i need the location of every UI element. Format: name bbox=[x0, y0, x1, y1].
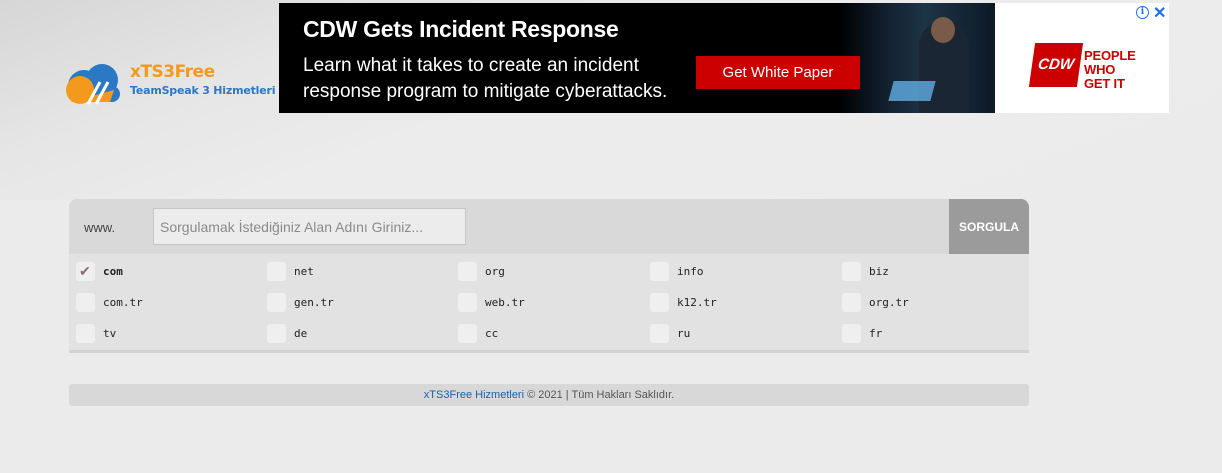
advertisement-banner[interactable]: CDW Gets Incident Response Learn what it… bbox=[279, 3, 1169, 113]
tld-label: web.tr bbox=[485, 296, 525, 309]
tld-label: de bbox=[294, 327, 308, 340]
tld-checkbox[interactable] bbox=[842, 293, 861, 312]
tld-label: com.tr bbox=[103, 296, 143, 309]
tld-checkbox[interactable] bbox=[76, 324, 95, 343]
tld-checkbox[interactable] bbox=[267, 324, 286, 343]
tld-checkbox[interactable] bbox=[267, 293, 286, 312]
tld-checkbox[interactable] bbox=[458, 324, 477, 343]
ad-body: Learn what it takes to create an inciden… bbox=[303, 55, 668, 102]
footer-link[interactable]: xTS3Free Hizmetleri bbox=[424, 389, 524, 401]
tld-checkbox[interactable] bbox=[267, 262, 286, 281]
tld-checkbox[interactable] bbox=[842, 262, 861, 281]
ad-laptop-icon bbox=[888, 81, 936, 101]
ad-slogan-line1: PEOPLE bbox=[1084, 48, 1136, 63]
footer-copyright: © 2021 | Tüm Hakları Saklıdır. bbox=[524, 389, 675, 401]
tld-label: org bbox=[485, 265, 505, 278]
ad-headline: CDW Gets Incident Response bbox=[303, 16, 619, 42]
tld-checkbox[interactable] bbox=[76, 293, 95, 312]
tld-label: ru bbox=[677, 327, 691, 340]
search-bar: www. SORGULA bbox=[69, 199, 1029, 254]
ad-info-icon[interactable]: i bbox=[1136, 6, 1149, 19]
tld-checkbox[interactable] bbox=[458, 293, 477, 312]
tld-checkbox[interactable] bbox=[458, 262, 477, 281]
tld-label: net bbox=[294, 265, 314, 278]
tld-checkbox[interactable] bbox=[842, 324, 861, 343]
ad-slogan: PEOPLE WHO GET IT bbox=[1084, 49, 1136, 91]
tld-label: biz bbox=[869, 265, 889, 278]
query-button[interactable]: SORGULA bbox=[949, 199, 1029, 254]
tld-label: fr bbox=[869, 327, 883, 340]
domain-search-input[interactable] bbox=[153, 208, 466, 245]
tld-checkbox[interactable]: ✔ bbox=[76, 262, 95, 281]
ad-slogan-line3: GET IT bbox=[1084, 76, 1125, 91]
ad-cta-button[interactable]: Get White Paper bbox=[696, 56, 860, 89]
tld-label: info bbox=[677, 265, 704, 278]
tld-label: com bbox=[103, 265, 123, 278]
tld-checkbox[interactable] bbox=[650, 262, 669, 281]
tld-checkbox[interactable] bbox=[650, 324, 669, 343]
checkmark-icon: ✔ bbox=[79, 263, 91, 279]
site-logo[interactable]: xTS3Free TeamSpeak 3 Hizmetleri bbox=[62, 58, 275, 110]
ad-person-head bbox=[931, 17, 955, 43]
logo-title: xTS3Free bbox=[130, 62, 215, 82]
tld-label: cc bbox=[485, 327, 499, 340]
tld-label: gen.tr bbox=[294, 296, 334, 309]
cloud-logo-icon bbox=[66, 64, 120, 105]
cdw-logo: CDW bbox=[1028, 43, 1084, 87]
tld-label: tv bbox=[103, 327, 117, 340]
logo-subtitle: TeamSpeak 3 Hizmetleri bbox=[130, 84, 276, 97]
ad-slogan-line2: WHO bbox=[1084, 62, 1116, 77]
ad-brand-panel: CDW PEOPLE WHO GET IT bbox=[995, 3, 1169, 113]
www-prefix-label: www. bbox=[84, 220, 116, 235]
ad-close-icon[interactable]: ✕ bbox=[1153, 3, 1166, 23]
tld-label: org.tr bbox=[869, 296, 909, 309]
domain-search-panel: www. SORGULA ✔ com net org info biz com.tr gen.… bbox=[69, 199, 1029, 353]
tld-label: k12.tr bbox=[677, 296, 717, 309]
page-footer: xTS3Free Hizmetleri © 2021 | Tüm Hakları… bbox=[69, 384, 1029, 406]
tld-checkbox[interactable] bbox=[650, 293, 669, 312]
